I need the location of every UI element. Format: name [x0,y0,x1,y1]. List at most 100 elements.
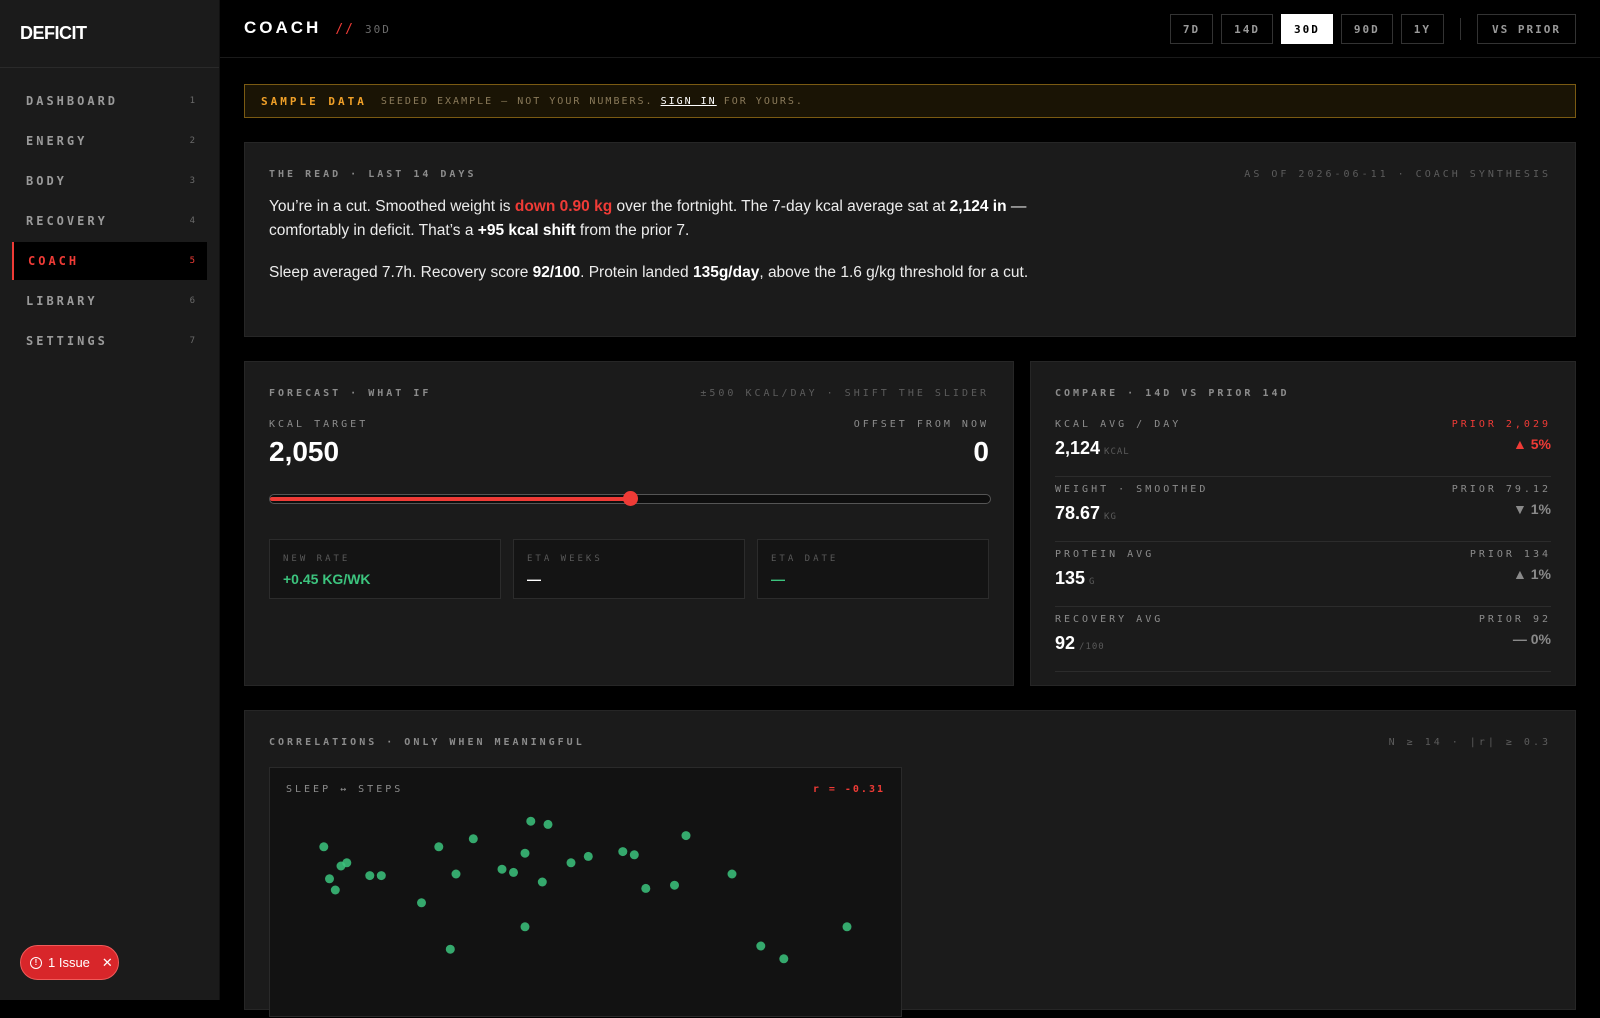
issue-badge-button[interactable]: ! 1 Issue ✕ [20,945,119,980]
sidebar-item-coach[interactable]: COACH 5 [12,242,207,280]
panel-meta: N ≥ 14 · |r| ≥ 0.3 [1388,737,1551,748]
compare-prior: PRIOR 79.12 [1451,484,1551,495]
slider-fill [270,497,630,501]
eta-date-label: ETA DATE [771,554,839,564]
eta-date-box: ETA DATE — [757,539,989,599]
scatter-point [618,847,628,857]
correlations-panel: CORRELATIONS · ONLY WHEN MEANINGFUL N ≥ … [244,710,1576,1017]
compare-label: PROTEIN AVG [1055,549,1155,560]
sidebar-item-shortcut: 4 [189,216,195,226]
alert-circle-icon: ! [30,956,42,969]
compare-row-weight: WEIGHT · SMOOTHED 78.67 KG PRIOR 79.12 ▼ … [1055,477,1551,542]
compare-label: RECOVERY AVG [1055,614,1164,625]
scatter-point [520,922,530,932]
compare-delta: ▲ 5% [1513,436,1551,452]
scatter-point [681,831,691,841]
range-button-30d[interactable]: 30D [1281,14,1333,44]
scatter-point [365,871,375,881]
sidebar-item-body[interactable]: BODY 3 [12,162,207,200]
page-title-text: COACH [244,18,322,37]
vs-prior-toggle[interactable]: VS PRIOR [1477,14,1576,44]
scatter-point [629,850,639,860]
sidebar-item-label: DASHBOARD [26,94,119,108]
sidebar-item-label: ENERGY [26,134,88,148]
eta-weeks-box: ETA WEEKS — [513,539,745,599]
scatter-point [842,922,852,932]
panel-meta: ±500 KCAL/DAY · SHIFT THE SLIDER [700,388,989,399]
sidebar-item-label: LIBRARY [26,294,98,308]
compare-label: WEIGHT · SMOOTHED [1055,484,1209,495]
compare-row-protein: PROTEIN AVG 135 G PRIOR 134 ▲ 1% [1055,542,1551,607]
sidebar-item-settings[interactable]: SETTINGS 7 [12,322,207,360]
close-icon[interactable]: ✕ [102,955,113,971]
sidebar-item-library[interactable]: LIBRARY 6 [12,282,207,320]
scatter-plot [319,816,852,964]
sample-data-banner: SAMPLE DATA SEEDED EXAMPLE — NOT YOUR NU… [244,84,1576,118]
the-read-panel: THE READ · LAST 14 DAYS AS OF 2026-06-11… [244,142,1576,337]
scatter-point [497,864,507,874]
range-divider [1460,18,1462,40]
range-button-14d[interactable]: 14D [1221,14,1274,44]
title-separator: // [335,22,355,37]
compare-row-recovery: RECOVERY AVG 92/100 PRIOR 92 — 0% [1055,607,1551,672]
sidebar-item-shortcut: 5 [189,256,195,266]
sidebar-item-shortcut: 1 [189,96,195,106]
kcal-target-value: 2,050 [269,436,340,467]
scatter-point [445,944,455,954]
compare-prior: PRIOR 2,029 [1451,419,1551,430]
scatter-point [670,880,679,890]
range-button-7d[interactable]: 7D [1169,14,1214,44]
sidebar-nav: DASHBOARD 1 ENERGY 2 BODY 3 RECOVERY 4 C… [0,68,219,360]
sidebar-item-dashboard[interactable]: DASHBOARD 1 [12,82,207,120]
page-title: COACH // 30D [244,18,391,38]
sleep-steps-card: SLEEP ↔ STEPS r = -0.31 [269,767,902,1017]
sidebar-item-shortcut: 3 [189,176,195,186]
sidebar-item-recovery[interactable]: RECOVERY 4 [12,202,207,240]
offset-label: OFFSET FROM NOW [853,419,989,430]
sidebar-item-label: RECOVERY [26,214,108,228]
new-rate-box: NEW RATE +0.45 KG/WK [269,539,501,599]
correlation-title: SLEEP ↔ STEPS [286,784,404,795]
scatter-point [779,954,789,964]
range-button-1y[interactable]: 1Y [1400,14,1445,44]
banner-tag: SAMPLE DATA [261,94,367,108]
scatter-point [543,819,553,829]
compare-value: 2,124 KCAL [1055,438,1130,458]
panel-title: CORRELATIONS · ONLY WHEN MEANINGFUL [269,737,585,748]
kcal-offset-slider[interactable] [269,491,991,506]
scatter-point [342,858,352,868]
scatter-point [468,834,478,844]
panel-title: COMPARE · 14D VS PRIOR 14D [1055,388,1290,399]
new-rate-value: +0.45 KG/WK [283,571,371,587]
scatter-point [434,842,444,852]
scatter-point [319,842,329,852]
title-period: 30D [365,23,391,36]
new-rate-label: NEW RATE [283,554,351,564]
compare-prior: PRIOR 92 [1478,614,1551,625]
sidebar-item-label: COACH [28,254,80,268]
scatter-point [520,848,530,858]
scatter-point [325,874,334,884]
sidebar-item-energy[interactable]: ENERGY 2 [12,122,207,160]
sidebar-item-label: SETTINGS [26,334,108,348]
range-button-90d[interactable]: 90D [1340,14,1393,44]
brand-logo: DEFICIT [0,0,219,68]
sign-in-link[interactable]: SIGN IN [661,96,717,107]
compare-value: 78.67 KG [1055,503,1117,523]
scatter-point [376,871,386,881]
compare-value: 135 G [1055,568,1096,588]
compare-value: 92/100 [1055,633,1105,653]
scatter-point [641,883,651,893]
banner-text: SEEDED EXAMPLE — NOT YOUR NUMBERS. [380,95,654,107]
scatter-point [756,941,766,951]
read-paragraph-recovery: Sleep averaged 7.7h. Recovery score 92/1… [269,264,1029,281]
eta-weeks-value: — [527,571,541,587]
compare-delta: ▲ 1% [1513,566,1551,582]
compare-panel: COMPARE · 14D VS PRIOR 14D KCAL AVG / DA… [1030,361,1576,686]
scatter-point [526,816,536,826]
panel-title: THE READ · LAST 14 DAYS [269,169,477,180]
scatter-point [583,851,593,861]
scatter-point [566,858,576,868]
offset-value: 0 [973,436,989,467]
slider-thumb[interactable] [623,491,638,506]
